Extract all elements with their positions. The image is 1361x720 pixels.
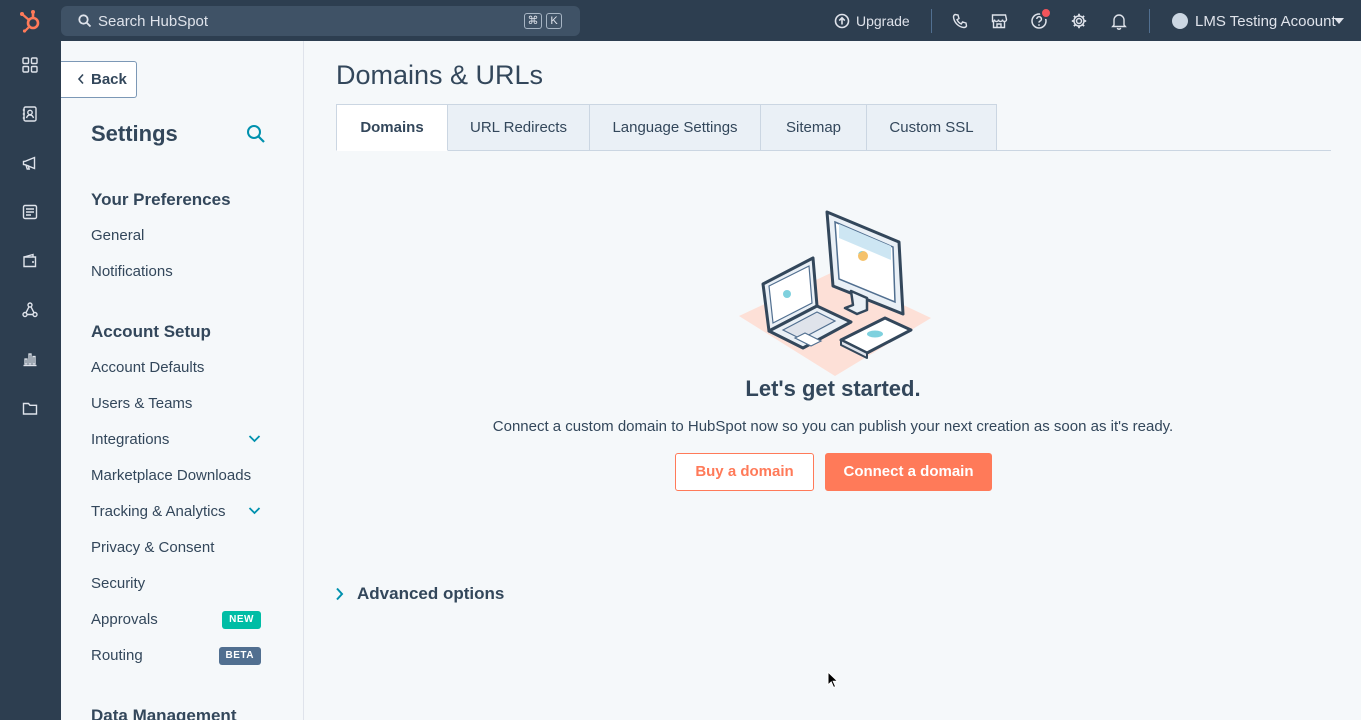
sidebar-item-tracking-analytics[interactable]: Tracking & Analytics <box>91 503 261 520</box>
chevron-right-icon <box>336 587 344 601</box>
sidebar-item-routing[interactable]: Routing BETA <box>91 647 261 665</box>
sidebar-item-label: Routing <box>91 647 143 664</box>
search-icon[interactable] <box>246 124 266 144</box>
divider <box>931 9 932 33</box>
avatar <box>1172 13 1188 29</box>
sidebar-item-label: Integrations <box>91 431 170 448</box>
sidebar-item-general[interactable]: General <box>91 227 261 244</box>
sidebar-item-security[interactable]: Security <box>91 575 261 592</box>
sidebar-item-notifications[interactable]: Notifications <box>91 263 261 280</box>
caret-down-icon <box>1334 18 1344 24</box>
section-title-data-management: Data Management <box>91 706 237 720</box>
sidebar-item-integrations[interactable]: Integrations <box>91 431 261 448</box>
back-label: Back <box>91 71 127 88</box>
sidebar-item-users-teams[interactable]: Users & Teams <box>91 395 261 412</box>
hubspot-logo-icon[interactable] <box>18 9 44 33</box>
contacts-icon[interactable] <box>21 105 39 123</box>
connect-domain-button[interactable]: Connect a domain <box>825 453 992 491</box>
sidebar-item-label: Tracking & Analytics <box>91 503 226 520</box>
commerce-wallet-icon[interactable] <box>21 252 39 270</box>
chevron-down-icon <box>248 507 261 515</box>
page-title: Domains & URLs <box>336 60 544 90</box>
beta-badge: BETA <box>218 647 261 665</box>
notifications-bell-icon[interactable] <box>1110 12 1128 30</box>
section-title-your-preferences: Your Preferences <box>91 190 231 209</box>
section-title-account-setup: Account Setup <box>91 322 211 341</box>
automation-icon[interactable] <box>21 301 39 319</box>
sidebar-item-label: Marketplace Downloads <box>91 467 252 484</box>
sidebar-item-label: Security <box>91 575 146 592</box>
sidebar-item-approvals[interactable]: Approvals NEW <box>91 611 261 629</box>
devices-illustration-icon <box>739 210 931 376</box>
buy-domain-button[interactable]: Buy a domain <box>675 453 814 491</box>
divider <box>1149 9 1150 33</box>
sidebar-item-privacy-consent[interactable]: Privacy & Consent <box>91 539 261 556</box>
empty-state-title: Let's get started. <box>745 376 921 401</box>
marketplace-icon[interactable] <box>990 12 1008 30</box>
top-navigation-bar: Search HubSpot ⌘ K Upgrade LMS Testing A… <box>0 0 1361 41</box>
reporting-chart-icon[interactable] <box>21 350 39 368</box>
tab-custom-ssl[interactable]: Custom SSL <box>867 104 997 151</box>
tab-divider-line <box>995 150 1331 151</box>
main-content: Domains & URLs Domains URL Redirects Lan… <box>305 41 1361 720</box>
primary-nav <box>0 41 61 720</box>
chevron-down-icon <box>248 435 261 443</box>
phone-icon[interactable] <box>951 12 969 30</box>
global-search-input[interactable]: Search HubSpot ⌘ K <box>61 6 580 36</box>
sidebar-item-label: Privacy & Consent <box>91 539 215 556</box>
help-notification-dot-icon <box>1040 7 1052 19</box>
tab-domains[interactable]: Domains <box>336 104 448 151</box>
search-icon <box>78 14 92 28</box>
sidebar-item-label: Account Defaults <box>91 359 205 376</box>
advanced-options-label: Advanced options <box>357 584 505 603</box>
content-icon[interactable] <box>21 203 39 221</box>
mouse-pointer-icon <box>827 671 839 689</box>
sidebar-item-label: Users & Teams <box>91 395 193 412</box>
library-folder-icon[interactable] <box>21 399 39 417</box>
tab-url-redirects[interactable]: URL Redirects <box>448 104 590 151</box>
back-button[interactable]: Back <box>61 61 137 98</box>
upgrade-icon <box>834 13 850 29</box>
account-name: LMS Testing Acoount <box>1195 13 1336 30</box>
sidebar-item-marketplace-downloads[interactable]: Marketplace Downloads <box>91 467 261 484</box>
sidebar-item-label: Approvals <box>91 611 158 628</box>
sidebar-item-label: Notifications <box>91 263 173 280</box>
sidebar-item-label: General <box>91 227 145 244</box>
sidebar-item-account-defaults[interactable]: Account Defaults <box>91 359 261 376</box>
settings-sidebar: Back Settings Your Preferences General N… <box>61 41 304 720</box>
upgrade-label: Upgrade <box>856 13 910 29</box>
bookmarks-grid-icon[interactable] <box>21 56 39 74</box>
chevron-left-icon <box>77 73 84 85</box>
tab-sitemap[interactable]: Sitemap <box>761 104 867 151</box>
shortcut-cmd-key: ⌘ <box>524 13 542 29</box>
tab-language-settings[interactable]: Language Settings <box>590 104 761 151</box>
search-placeholder: Search HubSpot <box>98 13 209 30</box>
shortcut-k-key: K <box>546 13 562 29</box>
settings-gear-icon[interactable] <box>1070 12 1088 30</box>
settings-title: Settings <box>91 121 178 146</box>
new-badge: NEW <box>222 611 261 629</box>
marketing-megaphone-icon[interactable] <box>21 154 39 172</box>
empty-state-description: Connect a custom domain to HubSpot now s… <box>492 418 1174 435</box>
